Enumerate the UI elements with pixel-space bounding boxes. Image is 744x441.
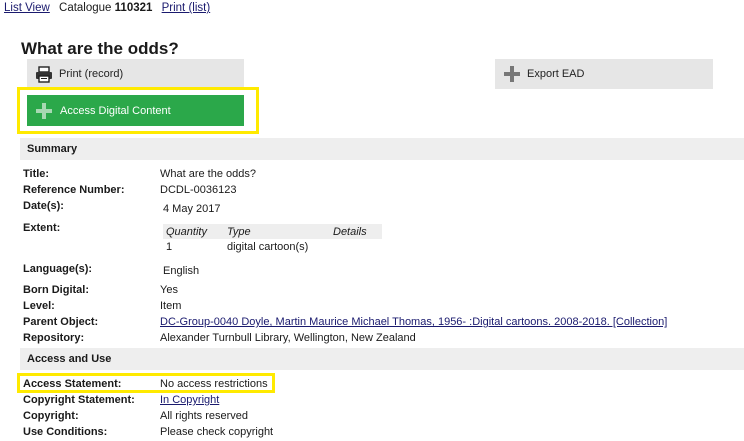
level-label: Level: xyxy=(23,300,55,312)
plus-icon xyxy=(504,66,520,82)
copyright-statement-value: In Copyright xyxy=(160,394,219,406)
extent-header-type: Type xyxy=(224,224,330,239)
title-label: Title: xyxy=(23,168,50,180)
repository-value: Alexander Turnbull Library, Wellington, … xyxy=(160,332,416,344)
repository-label: Repository: xyxy=(23,332,85,344)
parent-object-label: Parent Object: xyxy=(23,316,99,328)
printer-icon xyxy=(36,65,52,83)
dates-label: Date(s): xyxy=(23,200,64,212)
plus-icon xyxy=(36,102,52,119)
print-record-label: Print (record) xyxy=(59,68,124,80)
extent-quantity: 1 xyxy=(166,241,173,253)
top-navigation: List View Catalogue 110321 Print (list) xyxy=(4,2,210,14)
extent-data-row: 1 digital cartoon(s) xyxy=(163,239,382,255)
list-view-link[interactable]: List View xyxy=(4,2,50,14)
extent-header-details: Details xyxy=(330,224,382,239)
export-ead-button[interactable]: Export EAD xyxy=(495,59,713,89)
dates-value: 4 May 2017 xyxy=(163,203,221,215)
use-conditions-value: Please check copyright xyxy=(160,426,274,438)
access-statement-value: No access restrictions xyxy=(160,378,268,390)
copyright-statement-link[interactable]: In Copyright xyxy=(160,394,219,406)
reference-label: Reference Number: xyxy=(23,184,125,196)
language-value: English xyxy=(163,265,200,277)
access-digital-content-button[interactable]: Access Digital Content xyxy=(27,95,244,126)
extent-type: digital cartoon(s) xyxy=(227,241,309,253)
born-digital-label: Born Digital: xyxy=(23,284,89,296)
extent-table: Quantity Type Details 1 digital cartoon(… xyxy=(163,224,382,255)
access-statement-label: Access Statement: xyxy=(23,378,122,390)
print-list-link[interactable]: Print (list) xyxy=(162,2,211,14)
access-section-header: Access and Use xyxy=(20,348,744,370)
print-record-button[interactable]: Print (record) xyxy=(27,59,244,89)
language-label: Language(s): xyxy=(23,263,93,275)
parent-object-link[interactable]: DC-Group-0040 Doyle, Martin Maurice Mich… xyxy=(160,316,667,328)
extent-header-quantity: Quantity xyxy=(163,224,224,239)
level-value: Item xyxy=(160,300,182,312)
copyright-statement-label: Copyright Statement: xyxy=(23,394,135,406)
parent-object-value: DC-Group-0040 Doyle, Martin Maurice Mich… xyxy=(160,316,667,328)
extent-details xyxy=(330,239,382,255)
access-digital-content-label: Access Digital Content xyxy=(60,104,171,117)
title-value: What are the odds? xyxy=(160,168,257,180)
copyright-value: All rights reserved xyxy=(160,410,249,422)
copyright-label: Copyright: xyxy=(23,410,79,422)
page-title: What are the odds? xyxy=(21,39,179,58)
extent-header-row: Quantity Type Details xyxy=(163,224,382,239)
use-conditions-label: Use Conditions: xyxy=(23,426,108,438)
catalogue-number: 110321 xyxy=(114,2,153,14)
born-digital-value: Yes xyxy=(160,284,178,296)
extent-label: Extent: xyxy=(23,222,61,234)
summary-section-header: Summary xyxy=(20,138,744,160)
reference-value: DCDL-0036123 xyxy=(160,184,237,196)
export-ead-label: Export EAD xyxy=(527,68,585,80)
catalogue-label: Catalogue xyxy=(59,2,112,14)
